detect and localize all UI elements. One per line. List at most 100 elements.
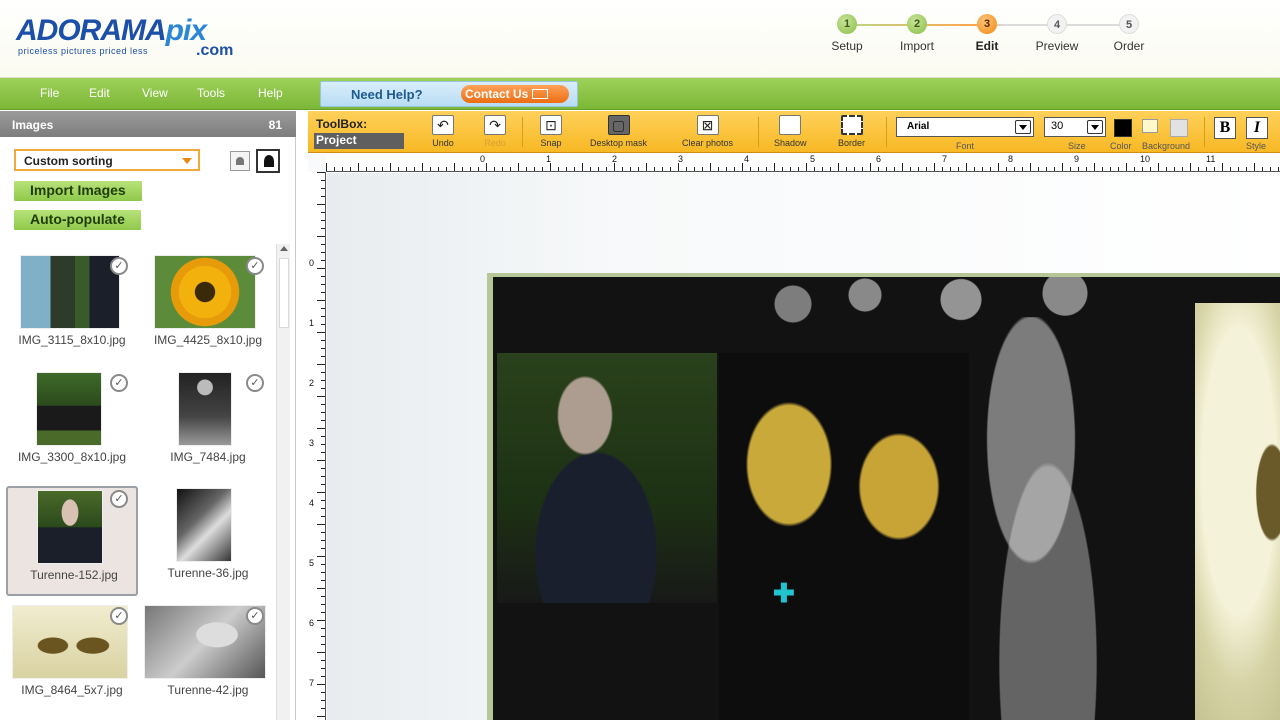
ruler-tick: [321, 356, 325, 357]
step-edit[interactable]: 3 Edit: [955, 14, 1019, 53]
size-label: Size: [1068, 141, 1086, 151]
images-panel: Images 81 Custom sorting Import Images A…: [0, 111, 296, 720]
import-images-button[interactable]: Import Images: [14, 181, 142, 201]
thumbnail-item[interactable]: Turenne-36.jpg: [142, 486, 274, 594]
scroll-up-icon[interactable]: [280, 246, 288, 251]
ruler-tick: [1062, 163, 1063, 171]
step-number: 4: [1047, 14, 1067, 34]
thumbnail-item[interactable]: ✓ IMG_8464_5x7.jpg: [6, 603, 138, 711]
photo-groom[interactable]: [497, 353, 717, 603]
background-color-swatch[interactable]: [1170, 119, 1188, 137]
thumbnails-scrollbar[interactable]: [276, 244, 290, 720]
ruler-tick: [710, 163, 711, 171]
contact-us-button[interactable]: Contact Us: [461, 85, 569, 103]
check-icon[interactable]: ✓: [246, 374, 264, 392]
ruler-tick: [990, 167, 991, 171]
album-page[interactable]: ✚: [487, 273, 1280, 720]
menu-edit[interactable]: Edit: [89, 86, 110, 100]
photo-champagne-glasses[interactable]: [719, 353, 969, 720]
font-select[interactable]: Arial: [896, 117, 1034, 137]
ruler-tick: [321, 252, 325, 253]
background-none-swatch[interactable]: [1142, 119, 1158, 133]
ruler-tick: [478, 167, 479, 171]
menu-file[interactable]: File: [40, 86, 59, 100]
check-icon[interactable]: ✓: [110, 607, 128, 625]
ruler-tick: [1222, 163, 1223, 171]
thumbnail-item[interactable]: ✓ IMG_3300_8x10.jpg: [6, 370, 138, 478]
clear-photos-button[interactable]: ⊠ Clear photos: [682, 115, 733, 148]
menu-help[interactable]: Help: [258, 86, 283, 100]
ruler-tick: [1206, 167, 1207, 171]
ruler-tick: [606, 167, 607, 171]
step-order[interactable]: 5 Order: [1097, 14, 1161, 53]
step-number: 5: [1119, 14, 1139, 34]
thumbnail-item[interactable]: ✓ IMG_3115_8x10.jpg: [6, 253, 138, 361]
ruler-tick: [422, 163, 423, 171]
toolbox-mode[interactable]: Project: [314, 133, 404, 149]
photo-rings-rose[interactable]: [1195, 303, 1280, 720]
step-import[interactable]: 2 Import: [885, 14, 949, 53]
menu-view[interactable]: View: [142, 86, 168, 100]
ruler-tick: [974, 167, 975, 171]
step-preview[interactable]: 4 Preview: [1025, 14, 1089, 53]
ruler-tick: [430, 167, 431, 171]
italic-button[interactable]: I: [1246, 117, 1268, 139]
check-icon[interactable]: ✓: [246, 257, 264, 275]
ruler-tick: [1158, 163, 1159, 171]
photo-veil-rings[interactable]: [963, 317, 1133, 720]
adoramapix-logo[interactable]: ADORAMApix .com priceless pictures price…: [16, 14, 256, 64]
ruler-tick: [574, 167, 575, 171]
redo-button[interactable]: ↷ Redo: [484, 115, 506, 148]
ruler-tick: [1262, 167, 1263, 171]
large-view-icon[interactable]: [256, 149, 280, 173]
ruler-tick: [321, 708, 325, 709]
ruler-tick: [334, 167, 335, 171]
ruler-tick: [317, 524, 325, 525]
shadow-button[interactable]: Shadow: [774, 115, 807, 148]
size-select[interactable]: 30: [1044, 117, 1106, 137]
desktop-mask-button[interactable]: ▢ Desktop mask: [590, 115, 647, 148]
bold-button[interactable]: B: [1214, 117, 1236, 139]
step-setup[interactable]: 1 Setup: [815, 14, 879, 53]
thumbnail-item[interactable]: ✓ Turenne-42.jpg: [142, 603, 274, 711]
ruler-label: 10: [1140, 154, 1151, 164]
ruler-tick: [317, 172, 325, 173]
scrollbar-thumb[interactable]: [279, 258, 289, 328]
ruler-tick: [598, 167, 599, 171]
menu-bar: File Edit View Tools Help Need Help? Con…: [0, 78, 1280, 110]
ruler-tick: [1182, 167, 1183, 171]
ruler-tick: [526, 167, 527, 171]
font-value: Arial: [907, 121, 930, 132]
ruler-tick: [321, 532, 325, 533]
menu-tools[interactable]: Tools: [197, 86, 225, 100]
ruler-tick: [870, 163, 871, 171]
sort-dropdown[interactable]: Custom sorting: [14, 149, 200, 171]
check-icon[interactable]: ✓: [110, 490, 128, 508]
check-icon[interactable]: ✓: [110, 374, 128, 392]
check-icon[interactable]: ✓: [246, 607, 264, 625]
border-button[interactable]: Border: [838, 115, 865, 148]
small-view-icon[interactable]: [230, 151, 250, 171]
step-number: 1: [837, 14, 857, 34]
check-icon[interactable]: ✓: [110, 257, 128, 275]
ruler-tick: [321, 636, 325, 637]
need-help-label: Need Help?: [351, 87, 423, 102]
ruler-tick: [782, 167, 783, 171]
ruler-tick: [438, 167, 439, 171]
text-color-swatch[interactable]: [1114, 119, 1132, 137]
ruler-tick: [1070, 167, 1071, 171]
auto-populate-button[interactable]: Auto-populate: [14, 210, 141, 230]
snap-button[interactable]: ⊡ Snap: [540, 115, 562, 148]
ruler-tick: [321, 516, 325, 517]
step-label: Edit: [975, 39, 999, 53]
ruler-tick: [321, 604, 325, 605]
logo-wordmark: ADORAMApix: [16, 14, 207, 47]
thumbnail-item[interactable]: ✓ IMG_4425_8x10.jpg: [142, 253, 274, 361]
undo-button[interactable]: ↶ Undo: [432, 115, 454, 148]
thumbnail-item[interactable]: ✓ IMG_7484.jpg: [142, 370, 274, 478]
thumbnail-name: Turenne-152.jpg: [30, 568, 118, 582]
thumbnail-item-selected[interactable]: ✓ Turenne-152.jpg: [6, 486, 138, 596]
ruler-tick: [686, 167, 687, 171]
ruler-tick: [321, 188, 325, 189]
ruler-tick: [902, 163, 903, 171]
